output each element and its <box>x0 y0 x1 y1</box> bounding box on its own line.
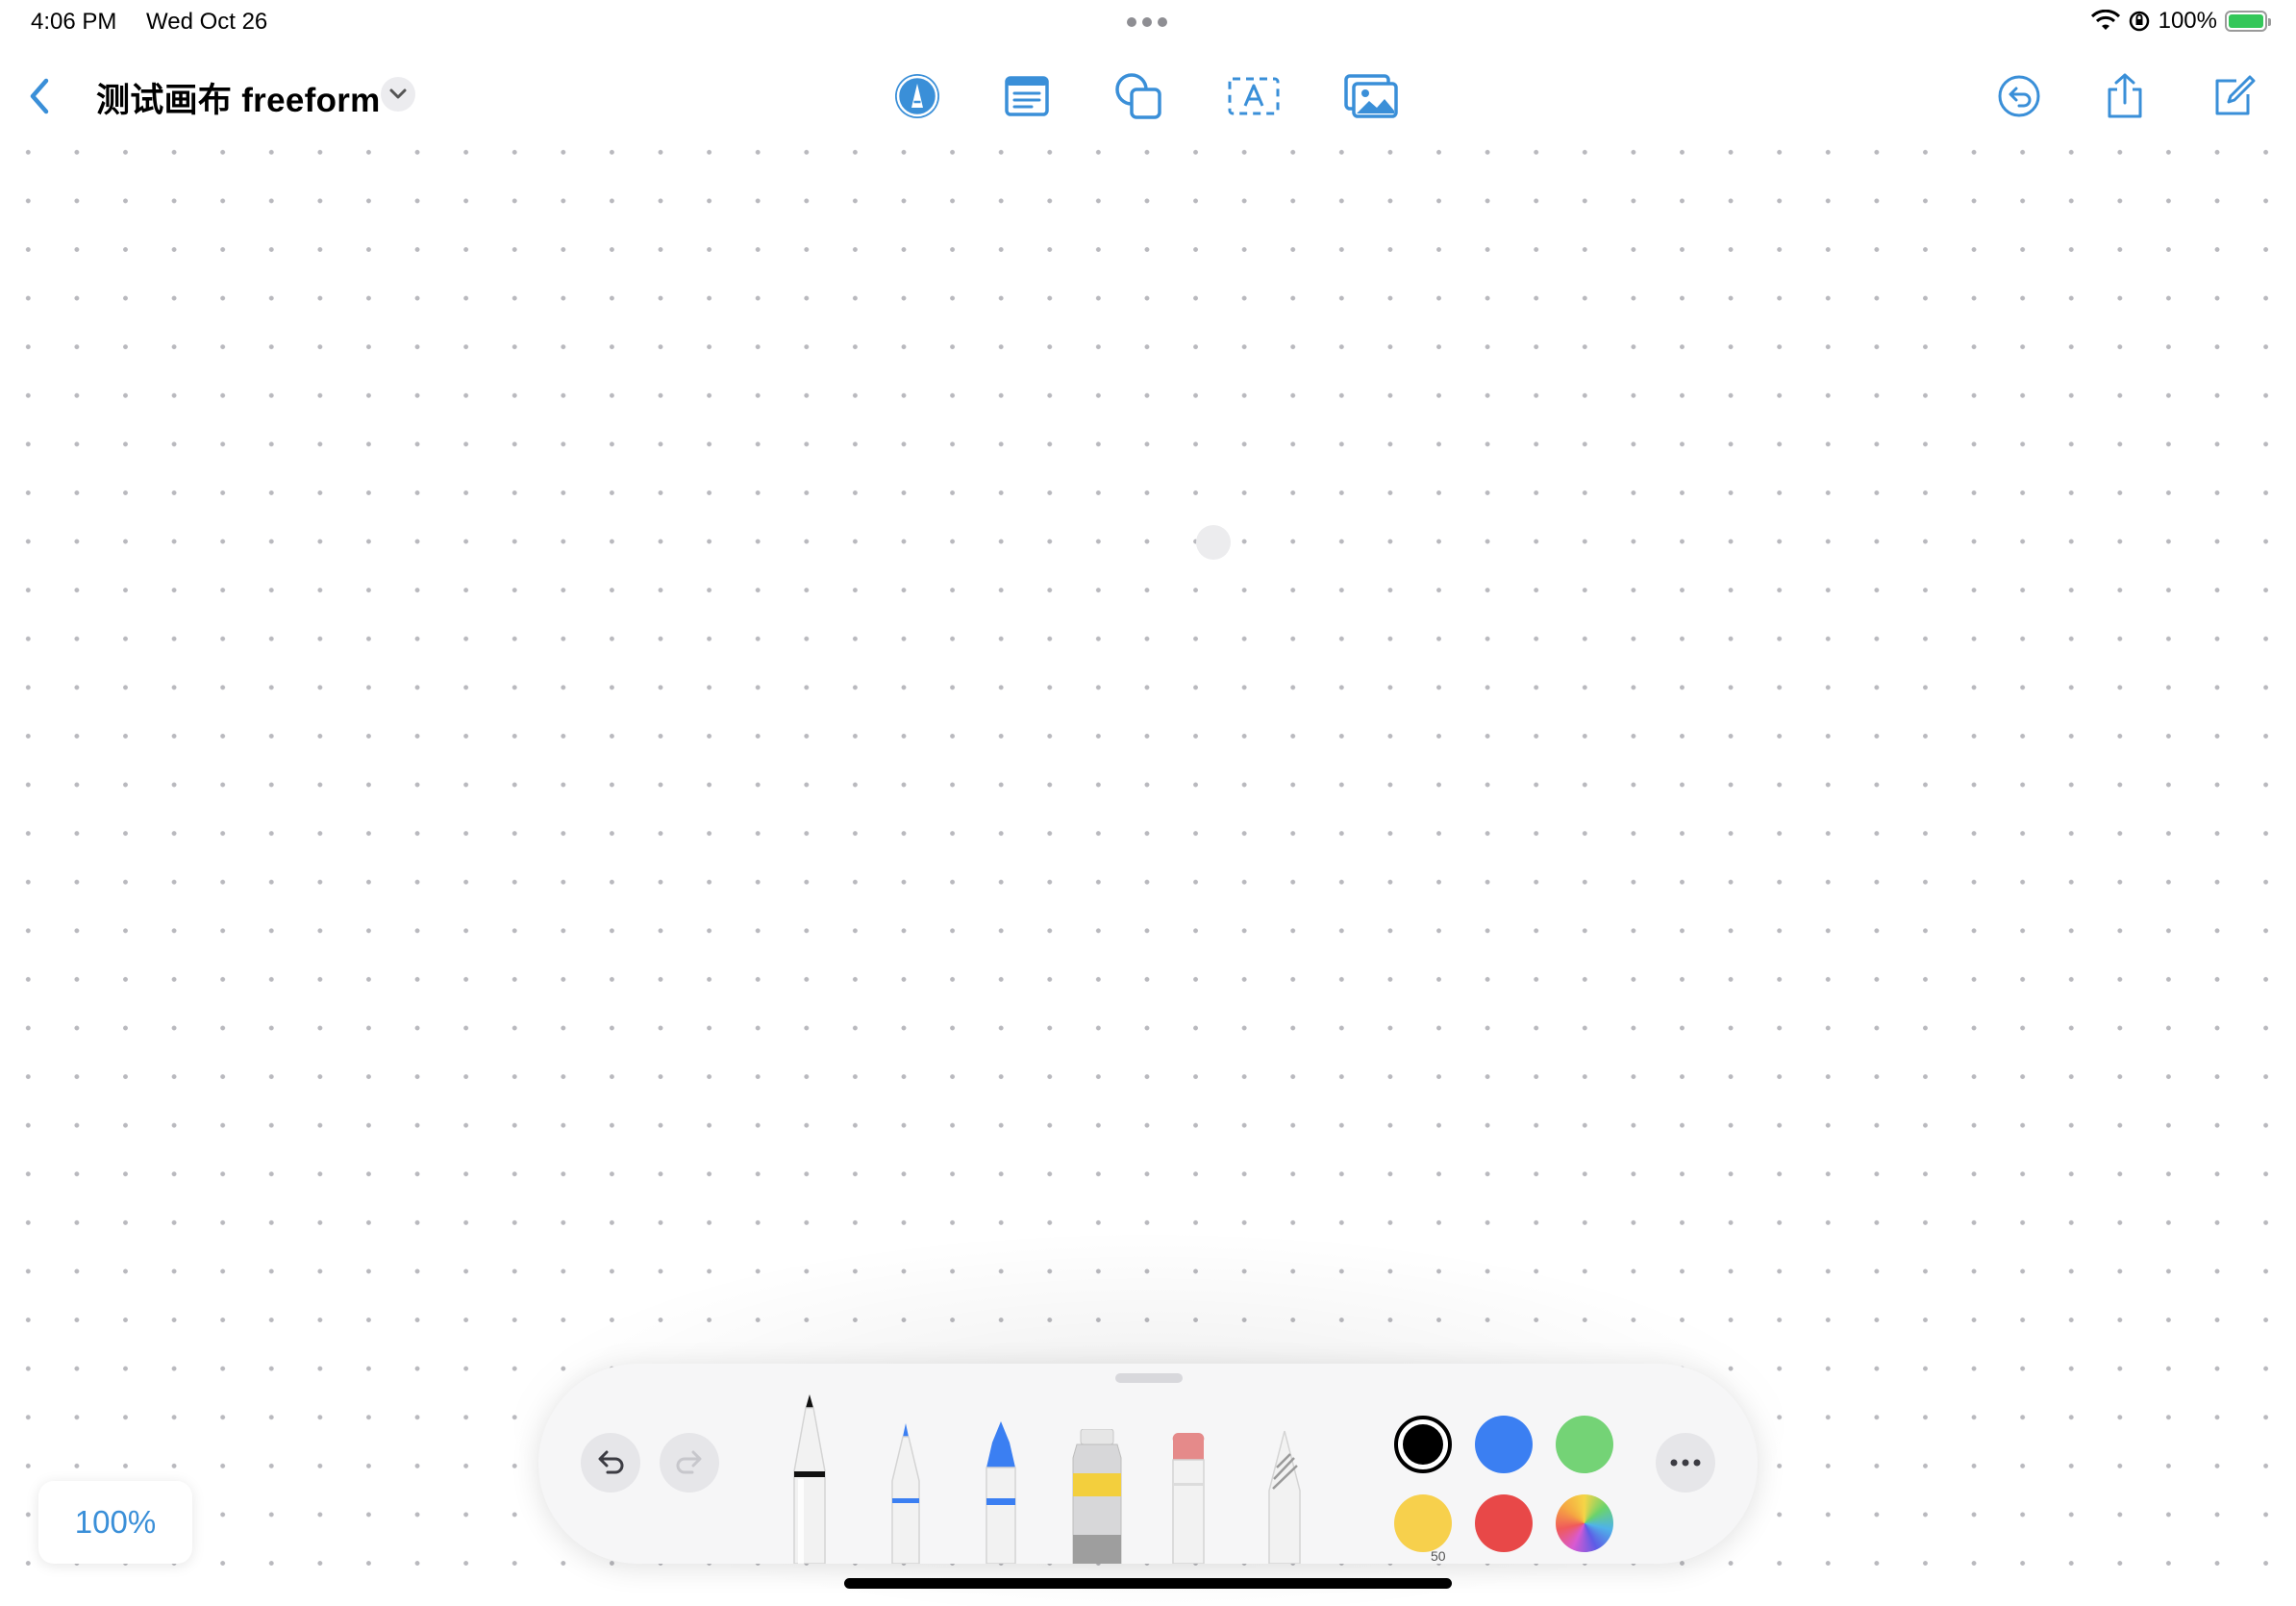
share-icon <box>2108 73 2142 118</box>
redo-button[interactable] <box>660 1433 719 1493</box>
media-icon <box>1344 74 1398 118</box>
palette-grabber[interactable] <box>1115 1373 1183 1383</box>
share-button[interactable] <box>2098 69 2152 123</box>
sticky-note-button[interactable] <box>1000 69 1054 123</box>
pen-markup-icon <box>895 74 939 118</box>
battery-percent: 100% <box>2158 8 2217 34</box>
document-title[interactable]: 测试画布 freeform <box>96 73 381 122</box>
color-swatch-yellow[interactable] <box>1394 1494 1452 1552</box>
undo-button[interactable] <box>581 1433 640 1493</box>
shapes-icon <box>1115 73 1161 119</box>
color-swatch-blue[interactable] <box>1475 1416 1533 1473</box>
shapes-button[interactable] <box>1111 69 1165 123</box>
status-indicators: 100% <box>2090 8 2271 35</box>
compose-button[interactable] <box>2206 69 2259 123</box>
more-options-button[interactable] <box>1656 1433 1715 1493</box>
compose-icon <box>2215 75 2256 115</box>
color-swatch-red[interactable] <box>1475 1494 1533 1552</box>
color-picker-wheel[interactable] <box>1556 1494 1613 1552</box>
nav-bar: 测试画布 freeform <box>0 58 2296 135</box>
chevron-left-icon <box>30 78 49 114</box>
marker-tool[interactable] <box>979 1419 1023 1564</box>
text-box-button[interactable] <box>1227 69 1281 123</box>
battery-icon <box>2225 11 2271 32</box>
ellipsis-icon <box>1670 1459 1701 1467</box>
pen-tool[interactable] <box>788 1391 831 1564</box>
history-button[interactable] <box>1992 69 2046 123</box>
color-swatch-black[interactable] <box>1394 1416 1452 1473</box>
pencil-width-label: 50 <box>1431 1548 1446 1564</box>
status-time: 4:06 PM <box>31 9 117 35</box>
history-icon <box>1998 75 2040 117</box>
eraser-tool[interactable] <box>1167 1429 1210 1564</box>
markup-button[interactable] <box>890 69 944 123</box>
title-menu-button[interactable] <box>381 77 415 112</box>
battery-level <box>2229 14 2263 28</box>
redo-icon <box>676 1450 702 1474</box>
lasso-tool[interactable] <box>1263 1429 1306 1564</box>
back-button[interactable] <box>21 75 60 117</box>
tool-palette: 50 <box>538 1364 1758 1564</box>
chevron-down-icon <box>389 88 407 99</box>
monoline-tool[interactable] <box>885 1419 927 1564</box>
sticky-note-icon <box>1005 76 1049 116</box>
multitasking-menu[interactable] <box>1127 17 1167 27</box>
pointer-indicator <box>1196 525 1231 560</box>
paint-tool[interactable] <box>1067 1429 1127 1564</box>
color-swatch-green[interactable] <box>1556 1416 1613 1473</box>
zoom-level-button[interactable]: 100% <box>38 1481 192 1564</box>
status-date: Wed Oct 26 <box>146 9 268 35</box>
text-box-icon <box>1228 77 1280 115</box>
insert-media-button[interactable] <box>1344 69 1398 123</box>
orientation-lock-icon <box>2129 11 2149 32</box>
wifi-icon <box>2090 10 2120 30</box>
home-indicator[interactable] <box>844 1578 1452 1589</box>
undo-icon <box>598 1450 624 1474</box>
status-bar: 4:06 PM Wed Oct 26 100% <box>0 0 2296 46</box>
